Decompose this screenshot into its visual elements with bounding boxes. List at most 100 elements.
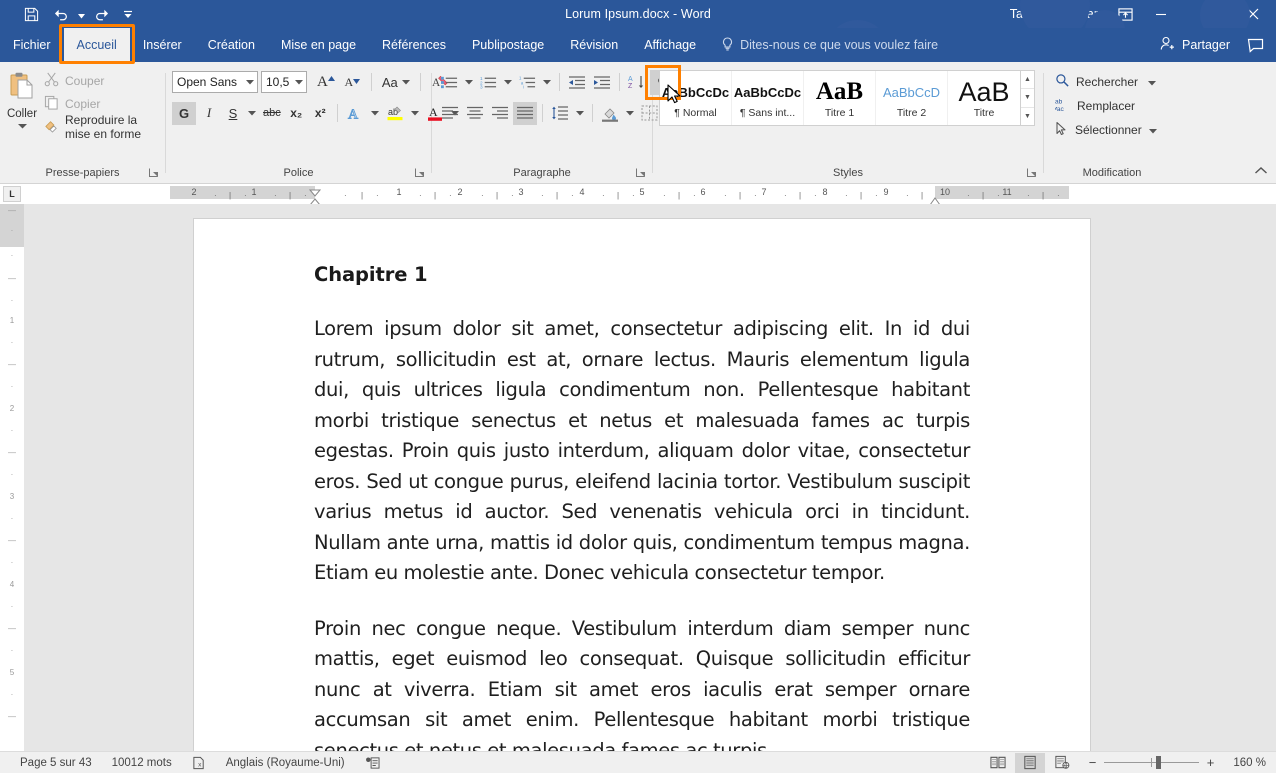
cut-button[interactable]: Couper (40, 71, 165, 91)
select-button[interactable]: Sélectionner (1052, 120, 1160, 140)
bullet-list-icon[interactable] (438, 71, 461, 94)
increase-indent-icon[interactable] (590, 71, 614, 94)
accessibility-icon[interactable] (355, 752, 390, 773)
undo-dropdown-icon[interactable] (76, 2, 87, 26)
multilevel-list-dropdown-icon[interactable] (540, 71, 554, 94)
paragraph-dialog-launcher[interactable] (635, 167, 646, 178)
redo-icon[interactable] (87, 2, 117, 26)
share-button[interactable]: Partager (1154, 31, 1236, 59)
font-size-combobox[interactable]: 10,5 (261, 71, 307, 93)
horizontal-ruler[interactable]: 2 · | · 1 · | · · | · 1 · | · 2 · | · 3 … (24, 184, 1276, 209)
word-count-status[interactable]: 10012 mots (102, 752, 182, 773)
tab-inserer[interactable]: Insérer (130, 28, 195, 62)
tell-me-search[interactable]: Dites-nous ce que vous voulez faire (709, 28, 938, 62)
style-item-titre-2[interactable]: AaBbCcD Titre 2 (876, 71, 948, 125)
sort-icon[interactable]: AZ (625, 71, 649, 94)
read-mode-icon[interactable] (983, 753, 1013, 773)
shading-icon[interactable] (598, 102, 622, 125)
zoom-level-value[interactable]: 160 % (1218, 757, 1266, 769)
justify-icon[interactable] (513, 101, 537, 125)
print-layout-icon[interactable] (1015, 752, 1045, 773)
user-account-name[interactable]: Tanja Metselaar (1010, 7, 1098, 21)
line-spacing-icon[interactable] (548, 102, 572, 125)
undo-icon[interactable] (46, 2, 76, 26)
align-left-icon[interactable] (438, 102, 462, 125)
subscript-button[interactable]: x₂ (285, 102, 308, 125)
highlight-dropdown-icon[interactable] (408, 102, 422, 125)
tab-references[interactable]: Références (369, 28, 459, 62)
collapse-ribbon-icon[interactable] (1254, 164, 1270, 180)
style-item-titre[interactable]: AaB Titre (948, 71, 1020, 125)
clipboard-dialog-launcher[interactable] (148, 167, 159, 178)
comments-icon[interactable] (1240, 31, 1270, 59)
replace-button[interactable]: ab ac Remplacer (1052, 96, 1160, 116)
page-number-status[interactable]: Page 5 sur 43 (10, 752, 102, 773)
tab-stop-selector[interactable]: L (3, 186, 21, 202)
numbered-list-icon[interactable]: 123 (477, 71, 500, 94)
tab-fichier[interactable]: Fichier (0, 28, 64, 62)
close-icon[interactable] (1230, 0, 1276, 28)
tab-creation[interactable]: Création (195, 28, 268, 62)
strikethrough-button[interactable]: abc (260, 102, 284, 125)
first-line-indent-marker[interactable] (308, 185, 322, 197)
left-indent-marker[interactable] (308, 195, 322, 209)
text-effects-dropdown-icon[interactable] (368, 102, 382, 125)
font-name-combobox[interactable]: Open Sans (172, 71, 258, 93)
proofing-errors-icon[interactable]: x (182, 752, 216, 773)
shading-dropdown-icon[interactable] (623, 102, 637, 125)
zoom-track[interactable] (1104, 756, 1199, 769)
copy-button[interactable]: Copier (40, 94, 165, 114)
maximize-icon[interactable] (1184, 0, 1230, 28)
numbered-list-dropdown-icon[interactable] (501, 71, 515, 94)
align-center-icon[interactable] (463, 102, 487, 125)
font-size-dropdown-icon[interactable] (292, 79, 306, 85)
style-item-sans-interligne[interactable]: AaBbCcDc ¶ Sans int... (732, 71, 804, 125)
styles-dialog-launcher[interactable] (1026, 167, 1037, 178)
ribbon-display-options-icon[interactable] (1112, 0, 1138, 28)
font-name-dropdown-icon[interactable] (243, 79, 257, 85)
text-effects-button[interactable]: A (343, 102, 367, 125)
minimize-icon[interactable] (1138, 0, 1184, 28)
decrease-indent-icon[interactable] (565, 71, 589, 94)
paste-button[interactable]: Coller (4, 67, 40, 132)
tab-publipostage[interactable]: Publipostage (459, 28, 557, 62)
customize-quick-access-icon[interactable] (117, 2, 139, 26)
grow-font-button[interactable]: A (314, 71, 338, 94)
underline-button[interactable]: S (222, 102, 244, 125)
align-right-icon[interactable] (488, 102, 512, 125)
font-dialog-launcher[interactable] (414, 167, 425, 178)
underline-dropdown-icon[interactable] (245, 102, 259, 125)
document-canvas[interactable]: Chapitre 1 Lorem ipsum dolor sit amet, c… (24, 204, 1276, 751)
zoom-out-button[interactable]: − (1087, 755, 1098, 770)
highlight-color-button[interactable]: ab (383, 102, 407, 125)
style-item-titre-1[interactable]: AaB Titre 1 (804, 71, 876, 125)
styles-scroll-down-icon[interactable]: ▼ (1021, 89, 1034, 108)
italic-button[interactable]: I (197, 102, 221, 125)
shrink-font-button[interactable]: A (341, 71, 364, 94)
web-layout-icon[interactable] (1047, 753, 1077, 773)
styles-scroll-up-icon[interactable]: ▲ (1021, 71, 1034, 90)
document-page[interactable]: Chapitre 1 Lorem ipsum dolor sit amet, c… (194, 219, 1090, 751)
zoom-in-button[interactable]: + (1205, 755, 1216, 770)
superscript-button[interactable]: x² (309, 102, 332, 125)
change-case-button[interactable]: Aa (379, 71, 413, 94)
format-painter-button[interactable]: Reproduire la mise en forme (40, 113, 165, 141)
tab-accueil[interactable]: Accueil (63, 28, 130, 62)
bold-button[interactable]: G (172, 101, 196, 125)
find-dropdown-icon[interactable] (1148, 75, 1157, 89)
find-button[interactable]: Rechercher (1052, 72, 1160, 92)
paste-dropdown-icon[interactable] (17, 120, 27, 132)
styles-gallery-scrollbar[interactable]: ▲ ▼ ▼ (1020, 71, 1034, 125)
tab-affichage[interactable]: Affichage (631, 28, 709, 62)
save-icon[interactable] (16, 2, 46, 26)
select-dropdown-icon[interactable] (1148, 123, 1157, 137)
tab-mise-en-page[interactable]: Mise en page (268, 28, 369, 62)
bullet-list-dropdown-icon[interactable] (462, 71, 476, 94)
zoom-thumb[interactable] (1156, 756, 1161, 769)
tab-revision[interactable]: Révision (557, 28, 631, 62)
vertical-ruler[interactable]: L — · · — · 1 · — · 2 · — · 3 · — · 4 · … (0, 184, 24, 751)
language-status[interactable]: Anglais (Royaume-Uni) (216, 752, 355, 773)
right-indent-marker[interactable] (929, 194, 941, 206)
multilevel-list-icon[interactable]: 1ai (516, 71, 539, 94)
line-spacing-dropdown-icon[interactable] (573, 102, 587, 125)
